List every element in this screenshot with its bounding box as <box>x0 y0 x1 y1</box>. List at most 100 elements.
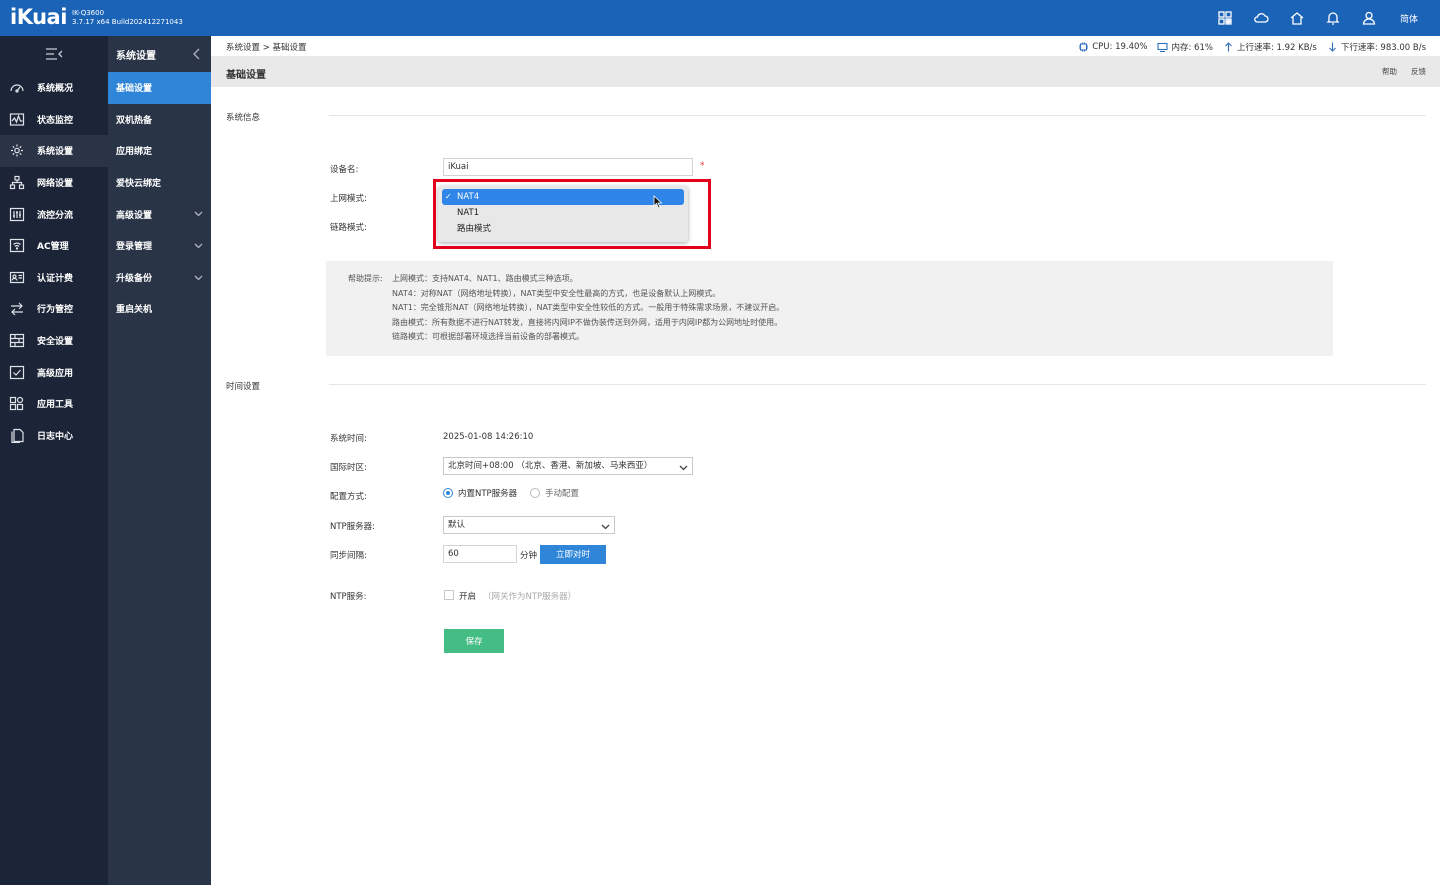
sliders-icon <box>8 206 26 222</box>
main-sidebar: 系统概况状态监控系统设置网络设置流控分流 AC管理 认证计费 行为管控安全设置高级应用… <box>0 36 108 885</box>
model-name: IK-Q3600 <box>72 9 105 17</box>
bell-icon[interactable] <box>1322 7 1344 29</box>
chevron-down-icon <box>194 273 203 282</box>
sidebar-item-6[interactable]: 认证计费 <box>0 262 108 294</box>
sidebar-item-0[interactable]: 系统概况 <box>0 72 108 104</box>
subnav-item-7[interactable]: 重启关机 <box>108 293 211 325</box>
logo: iKuai <box>10 5 67 29</box>
section-system-info: 系统信息 <box>226 113 261 123</box>
subnav-item-2[interactable]: 应用绑定 <box>108 135 211 167</box>
sync-interval-label: 同步间隔: <box>330 551 367 561</box>
section-time-settings: 时间设置 <box>226 382 261 392</box>
radio-dot-checked[interactable] <box>443 488 453 498</box>
system-stats: CPU: 19.40% 内存: 61% 上行速率: 1.92 KB/s 下行速率… <box>1078 41 1426 53</box>
sidebar-item-label: 流控分流 <box>37 210 74 221</box>
gear-icon <box>8 143 26 159</box>
device-name-label: 设备名: <box>330 165 359 175</box>
subnav-item-label: 重启关机 <box>116 305 153 316</box>
sidebar-item-11[interactable]: 日志中心 <box>0 420 108 452</box>
timezone-select[interactable]: 北京时间+08:00 （北京、香港、新加坡、马来西亚） <box>443 457 693 475</box>
radio-manual[interactable]: 手动配置 <box>530 487 579 499</box>
sidebar-item-2[interactable]: 系统设置 <box>0 135 108 167</box>
sidebar-item-label: 网络设置 <box>37 179 74 190</box>
language-switch[interactable]: 简体 <box>1400 12 1418 25</box>
sync-interval-unit: 分钟 <box>520 551 538 561</box>
radio-builtin-ntp[interactable]: 内置NTP服务器 <box>443 487 517 499</box>
cloud-icon[interactable] <box>1250 7 1272 29</box>
subnav-item-1[interactable]: 双机热备 <box>108 104 211 136</box>
subnav-item-4[interactable]: 高级设置 <box>108 198 211 230</box>
ntp-service-checkbox[interactable] <box>444 590 454 600</box>
sidebar-item-8[interactable]: 安全设置 <box>0 325 108 357</box>
cpu-value: CPU: 19.40% <box>1092 42 1148 52</box>
device-name-input[interactable] <box>443 158 693 176</box>
help-line: 链路模式：可根据部署环境选择当前设备的部署模式。 <box>392 332 584 342</box>
subnav-item-3[interactable]: 爱快云绑定 <box>108 167 211 199</box>
chevron-down-icon <box>194 241 203 250</box>
sidebar-item-label: 安全设置 <box>37 337 74 348</box>
memory-value: 内存: 61% <box>1171 43 1213 53</box>
feedback-link[interactable]: 反馈 <box>1411 66 1426 77</box>
help-link[interactable]: 帮助 <box>1382 66 1397 77</box>
sidebar-item-label: 状态监控 <box>37 115 74 126</box>
help-line: 路由模式：所有数据不进行NAT转发，直接将内网IP不做伪装传送到外网，适用于内网… <box>392 317 783 327</box>
sidebar-item-7[interactable]: 行为管控 <box>0 293 108 325</box>
ntp-service-enable-label: 开启 <box>459 592 477 602</box>
radio-manual-label: 手动配置 <box>545 489 580 499</box>
user-icon[interactable] <box>1358 7 1380 29</box>
chevron-down-icon <box>679 462 688 471</box>
required-mark: * <box>700 161 705 171</box>
subnav-title: 系统设置 <box>108 36 211 72</box>
radio-dot[interactable] <box>530 488 540 498</box>
subnav-item-0[interactable]: 基础设置 <box>108 72 211 104</box>
title-bar: 基础设置 帮助 反馈 <box>211 56 1440 87</box>
sidebar-item-5[interactable]: AC管理 <box>0 230 108 262</box>
model-info: IK-Q3600 3.7.17 x64 Build202412271043 <box>72 9 183 27</box>
upload-stat: 上行速率: 1.92 KB/s <box>1223 41 1317 53</box>
sync-now-button[interactable]: 立即对时 <box>540 545 606 564</box>
ntp-server-select[interactable]: 默认 <box>443 516 615 534</box>
arrow-down-icon <box>1328 42 1336 52</box>
ntp-service-label: NTP服务: <box>330 592 367 602</box>
internet-mode-label: 上网模式: <box>330 194 367 204</box>
sync-interval-input[interactable] <box>443 545 517 563</box>
highlight-annotation <box>433 179 711 249</box>
cpu-stat: CPU: 19.40% <box>1078 42 1147 52</box>
menu-collapse-icon[interactable] <box>45 47 63 61</box>
sidebar-item-label: 高级应用 <box>37 368 74 379</box>
subnav-item-5[interactable]: 登录管理 <box>108 230 211 262</box>
mouse-cursor-icon <box>653 195 663 209</box>
subnav-item-6[interactable]: 升级备份 <box>108 262 211 294</box>
sidebar-item-1[interactable]: 状态监控 <box>0 104 108 136</box>
sidebar-item-label: 日志中心 <box>37 431 74 442</box>
sidebar-item-4[interactable]: 流控分流 <box>0 198 108 230</box>
menu-toggle[interactable] <box>0 36 108 72</box>
apps-icon <box>8 396 26 412</box>
grid-icon[interactable] <box>1214 7 1236 29</box>
firewall-icon <box>8 333 26 349</box>
main-content: 系统设置 > 基础设置 CPU: 19.40% 内存: 61% 上行速率: 1.… <box>211 36 1440 885</box>
dashboard-icon <box>8 80 26 96</box>
chevron-left-icon[interactable] <box>192 48 202 60</box>
download-stat: 下行速率: 983.00 B/s <box>1327 41 1426 53</box>
log-icon <box>8 427 26 443</box>
top-actions: 简体 <box>1214 0 1418 36</box>
timezone-label: 国际时区: <box>330 463 367 473</box>
system-time-value: 2025-01-08 14:26:10 <box>443 432 534 442</box>
network-icon <box>8 175 26 191</box>
help-tips-lines: 上网模式：支持NAT4、NAT1、路由模式三种选项。 NAT4：对称NAT（网络… <box>392 272 784 345</box>
subnav-item-label: 爱快云绑定 <box>116 179 162 190</box>
save-button[interactable]: 保存 <box>444 629 504 653</box>
ntp-server-value: 默认 <box>448 520 466 530</box>
firmware-version: 3.7.17 x64 Build202412271043 <box>72 18 183 26</box>
page-title: 基础设置 <box>226 70 266 81</box>
sidebar-item-9[interactable]: 高级应用 <box>0 356 108 388</box>
sidebar-item-10[interactable]: 应用工具 <box>0 388 108 420</box>
sidebar-item-3[interactable]: 网络设置 <box>0 167 108 199</box>
help-line: NAT4：对称NAT（网络地址转换），NAT类型中安全性最高的方式，也是设备默认… <box>392 288 721 298</box>
home-icon[interactable] <box>1286 7 1308 29</box>
breadcrumb[interactable]: 系统设置 > 基础设置 <box>226 41 307 53</box>
radio-builtin-ntp-label: 内置NTP服务器 <box>458 489 518 499</box>
subnav-item-label: 升级备份 <box>116 273 153 284</box>
subnav-item-label: 高级设置 <box>116 210 153 221</box>
